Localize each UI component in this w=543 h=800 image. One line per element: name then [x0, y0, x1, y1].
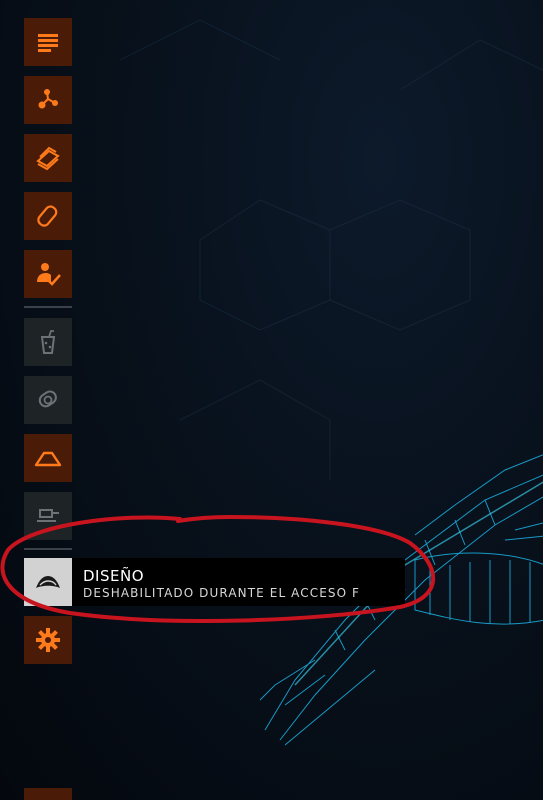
menu-item-settings[interactable]: [24, 616, 72, 664]
menu-item-ship[interactable]: [24, 434, 72, 482]
menu-item-capsule[interactable]: [24, 192, 72, 240]
capsule-icon: [37, 205, 58, 227]
menu-item-capsule-target[interactable]: [24, 376, 72, 424]
tooltip-title: DISEÑO: [83, 567, 145, 585]
menu-item-list[interactable]: [24, 18, 72, 66]
background-grid: [119, 19, 543, 480]
paintjob-icon: [36, 576, 60, 588]
drink-cup-icon: [40, 330, 56, 354]
menu-item-paintjob[interactable]: [24, 558, 72, 606]
menu-item-console[interactable]: [24, 492, 72, 540]
share-nodes-icon: [38, 89, 58, 109]
menu-item-share[interactable]: [24, 76, 72, 124]
capsule-target-icon: [38, 390, 57, 408]
menu-item-bar[interactable]: [24, 318, 72, 366]
tooltip-subtitle: DESHABILITADO DURANTE EL ACCESO F: [83, 586, 361, 600]
console-icon: [37, 509, 59, 522]
side-menu: [0, 0, 80, 800]
menu-tooltip: DISEÑO DESHABILITADO DURANTE EL ACCESO F: [72, 558, 405, 606]
menu-item-partial[interactable]: [24, 788, 72, 800]
menu-item-credits[interactable]: [24, 134, 72, 182]
menu-divider: [24, 548, 72, 550]
list-icon: [38, 34, 58, 52]
credits-stack-icon: [36, 146, 60, 171]
menu-divider: [24, 306, 72, 308]
gear-icon: [36, 628, 60, 652]
person-check-icon: [37, 263, 61, 286]
ship-hull-icon: [34, 451, 62, 467]
menu-item-crew[interactable]: [24, 250, 72, 298]
